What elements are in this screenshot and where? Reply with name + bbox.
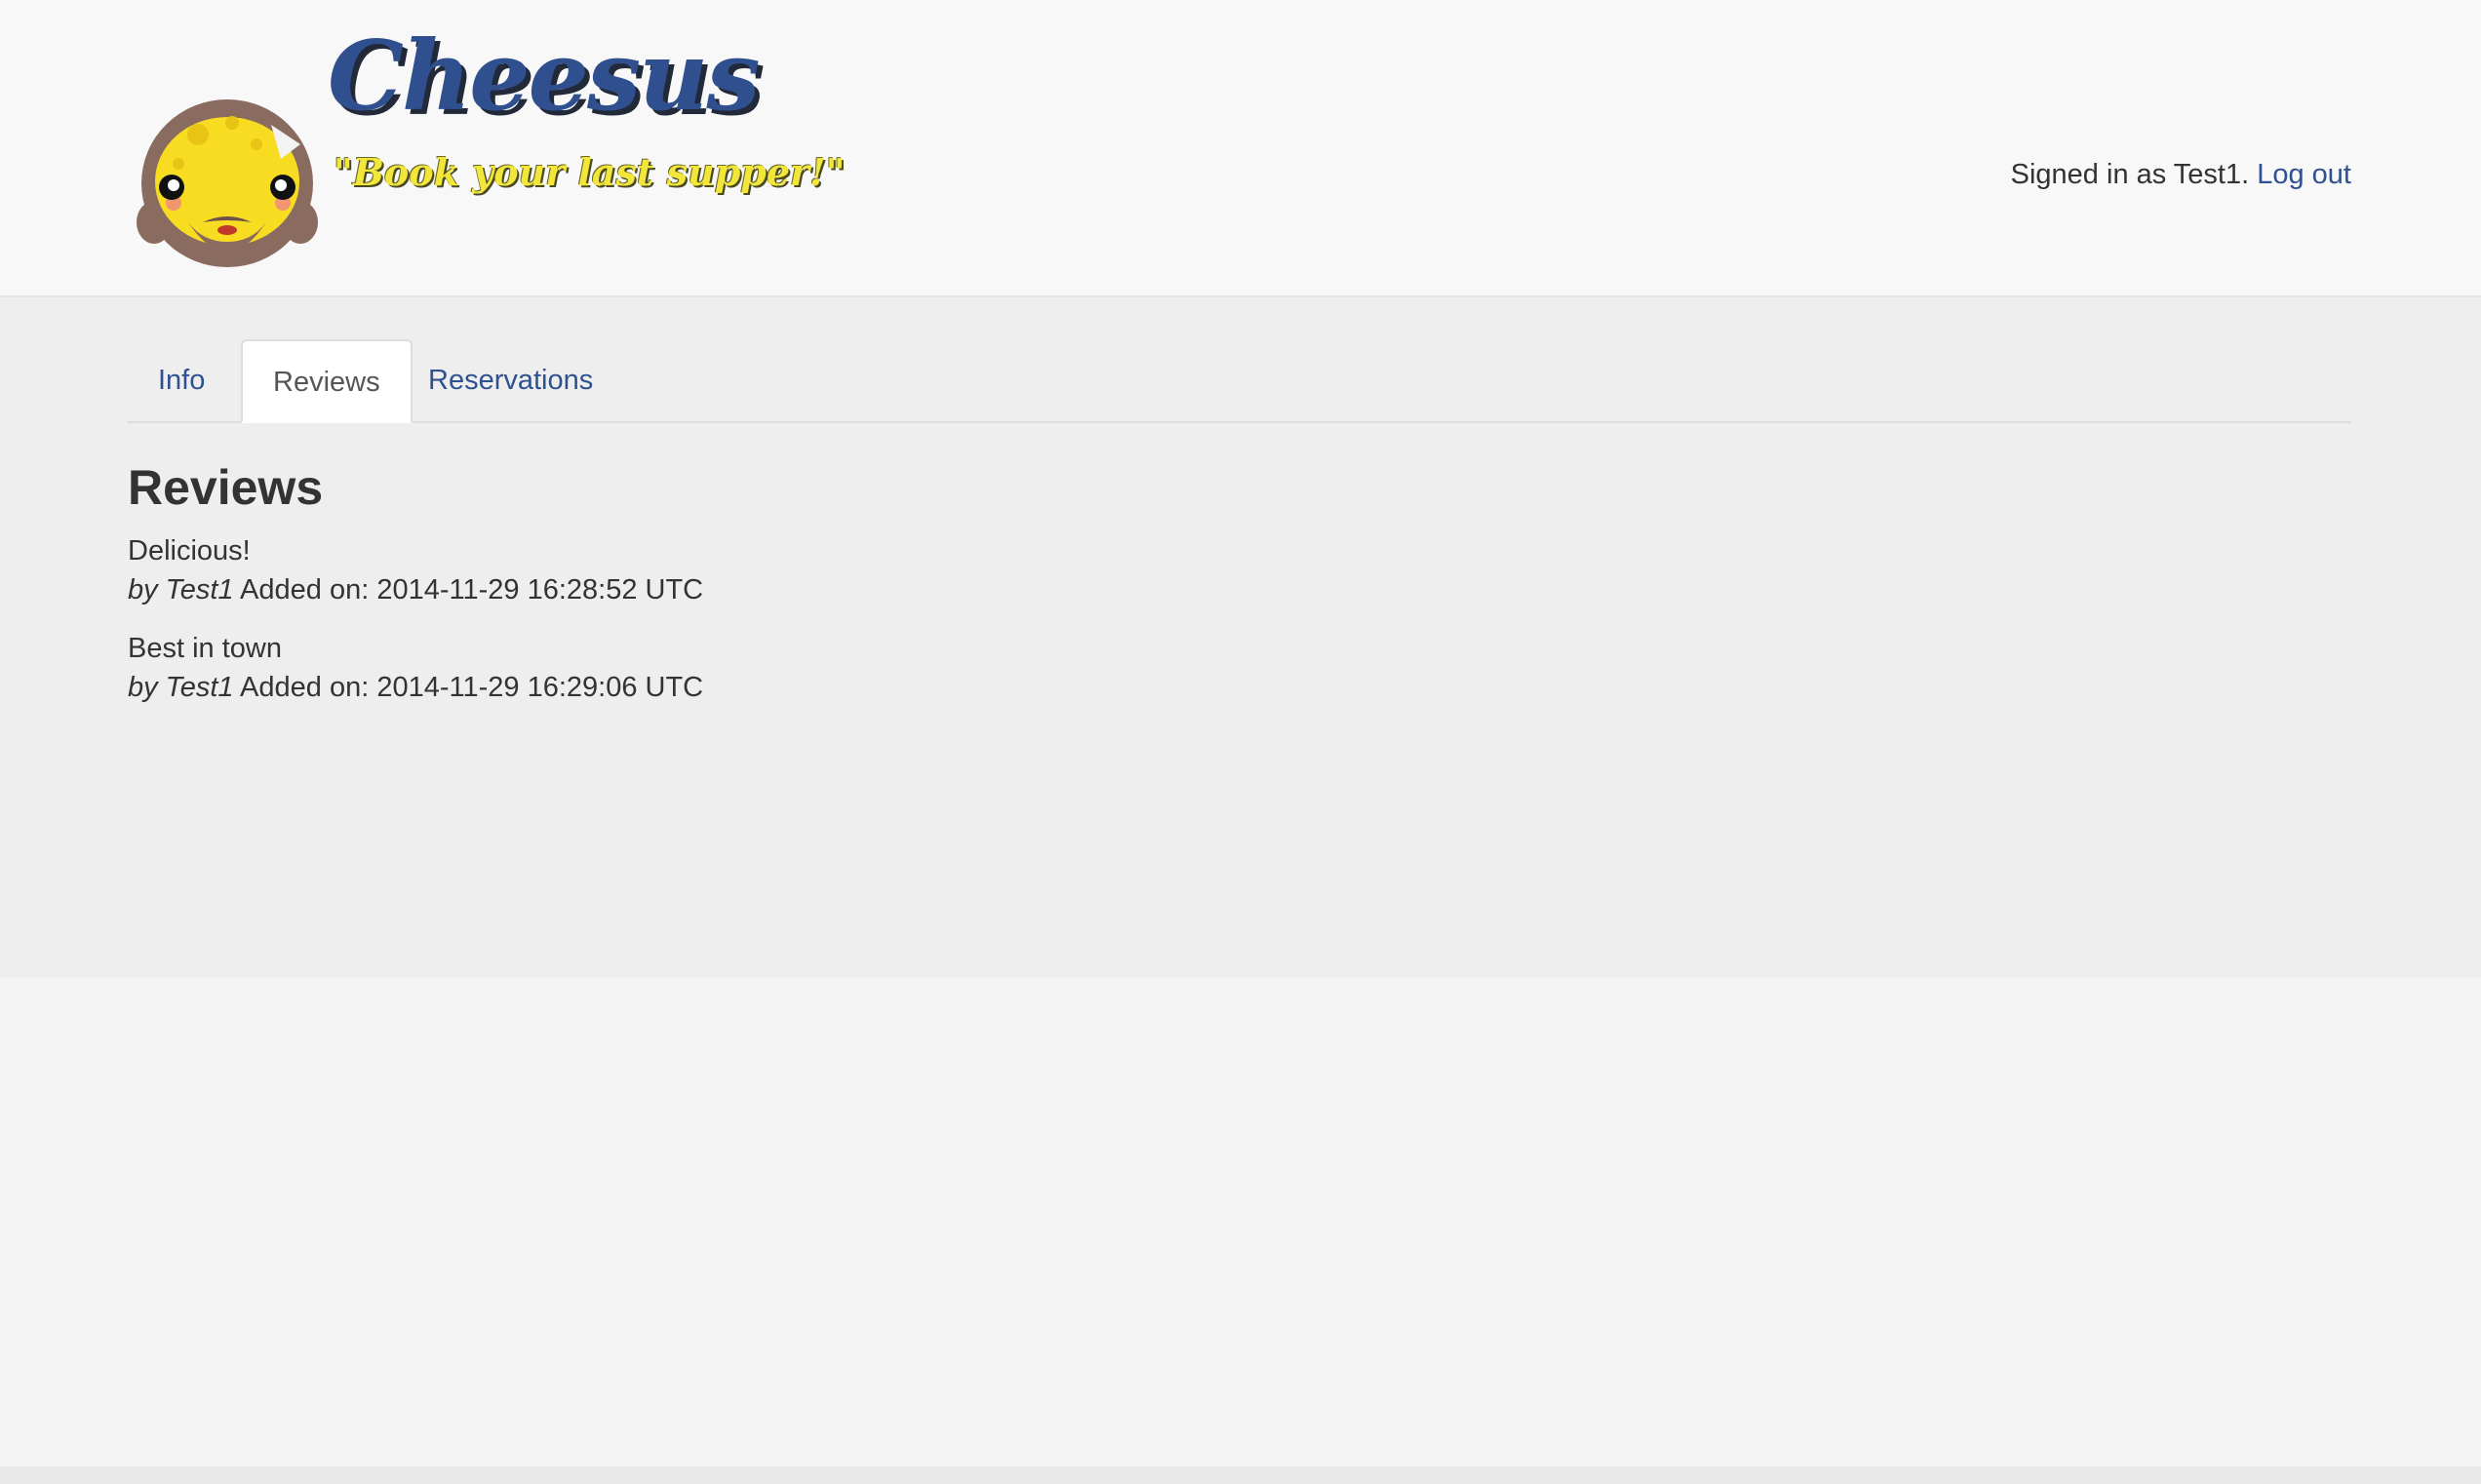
brand-title[interactable]: Cheesus [328, 29, 761, 125]
tab-bar: Info Reviews Reservations [128, 339, 2351, 423]
review-author: by Test1 [128, 672, 234, 703]
review-author: by Test1 [128, 574, 234, 605]
site-header: Cheesus "Book your last supper!" Signed … [0, 0, 2481, 297]
review-date: Added on: 2014-11-29 16:28:52 UTC [240, 574, 704, 605]
brand-tagline: "Book your last supper!" [334, 150, 846, 194]
signed-in-text: Signed in as Test1. [2010, 159, 2250, 190]
footer-bar [0, 1466, 2481, 1484]
review-meta: by Test1 Added on: 2014-11-29 16:28:52 U… [128, 570, 703, 609]
cheese-jesus-logo-icon[interactable] [135, 86, 320, 271]
review-text: Best in town [128, 633, 282, 664]
tab-info[interactable]: Info [128, 339, 235, 421]
review-meta: by Test1 Added on: 2014-11-29 16:29:06 U… [128, 668, 703, 707]
review-item: Best in town by Test1 Added on: 2014-11-… [128, 629, 703, 707]
review-date: Added on: 2014-11-29 16:29:06 UTC [240, 672, 704, 703]
page-title: Reviews [128, 460, 324, 515]
review-item: Delicious! by Test1 Added on: 2014-11-29… [128, 531, 703, 609]
tab-reviews[interactable]: Reviews [241, 339, 413, 423]
signin-status: Signed in as Test1. Log out [2011, 159, 2351, 191]
main-content: Info Reviews Reservations Reviews Delici… [0, 297, 2481, 978]
tab-reservations[interactable]: Reservations [398, 339, 623, 421]
logout-link[interactable]: Log out [2257, 159, 2351, 190]
review-text: Delicious! [128, 535, 251, 566]
